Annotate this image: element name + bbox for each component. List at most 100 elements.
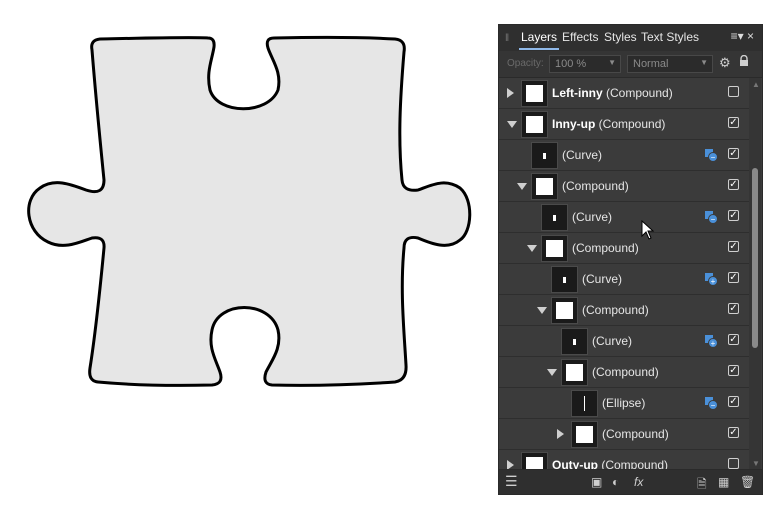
mouse-cursor-icon (641, 220, 655, 240)
layer-thumbnail (521, 111, 548, 138)
collapse-arrow-icon[interactable] (527, 245, 537, 252)
fx-icon[interactable]: fx (634, 475, 643, 489)
scroll-down-icon[interactable]: ▼ (752, 459, 760, 468)
layer-thumbnail (531, 173, 558, 200)
layer-thumbnail (561, 359, 588, 386)
visibility-checkbox[interactable] (728, 86, 739, 97)
visibility-checkbox[interactable]: ✓ (728, 334, 739, 345)
blend-mode-value: Normal (633, 58, 669, 70)
layer-row[interactable]: (Compound) ✓ (499, 233, 749, 264)
lock-icon[interactable] (739, 54, 749, 70)
layer-controls-bar: Opacity: 100 % ▼ Normal ▼ ⚙ (499, 51, 762, 78)
layer-type-label: (Curve) (572, 210, 613, 224)
layer-row[interactable]: (Compound) ✓ (499, 295, 749, 326)
boolean-subtract-icon[interactable]: − (704, 396, 718, 410)
layer-thumbnail (561, 328, 588, 355)
tab-text-styles[interactable]: Text Styles (641, 30, 699, 44)
layer-type-label: (Compound) (572, 241, 639, 255)
tab-styles[interactable]: Styles (604, 30, 637, 44)
layer-thumbnail (541, 204, 568, 231)
expand-arrow-icon[interactable] (557, 429, 564, 439)
layer-name: (Ellipse) (602, 396, 645, 410)
tab-effects[interactable]: Effects (562, 30, 598, 44)
visibility-checkbox[interactable] (728, 458, 739, 469)
mask-icon[interactable]: ▣ (591, 475, 602, 489)
add-layer-icon[interactable]: 🗎 (697, 475, 707, 496)
boolean-subtract-icon[interactable]: − (704, 210, 718, 224)
layer-name-bold: Inny-up (552, 117, 596, 131)
svg-text:−: − (711, 153, 716, 162)
layer-thumbnail (541, 235, 568, 262)
svg-text:+: + (711, 339, 716, 348)
collapse-arrow-icon[interactable] (507, 121, 517, 128)
tab-layers[interactable]: Layers (521, 30, 557, 44)
layer-thumbnail (571, 421, 598, 448)
expand-arrow-icon[interactable] (507, 88, 514, 98)
layer-name: (Compound) (562, 179, 629, 193)
boolean-add-icon[interactable]: + (704, 334, 718, 348)
visibility-checkbox[interactable]: ✓ (728, 396, 739, 407)
layer-thumbnail (531, 142, 558, 169)
boolean-subtract-icon[interactable]: − (704, 148, 718, 162)
visibility-checkbox[interactable]: ✓ (728, 117, 739, 128)
layer-row[interactable]: (Ellipse) − ✓ (499, 388, 749, 419)
layer-row[interactable]: (Compound) ✓ (499, 171, 749, 202)
gear-icon[interactable]: ⚙ (719, 55, 731, 71)
layer-type-label: (Curve) (582, 272, 623, 286)
visibility-checkbox[interactable]: ✓ (728, 210, 739, 221)
layer-name: (Compound) (602, 427, 669, 441)
document-canvas[interactable] (0, 0, 497, 516)
layer-list-scrollbar[interactable]: ▲ ▼ (749, 78, 761, 470)
adjustment-icon[interactable]: ◐ (612, 475, 619, 489)
opacity-select[interactable]: 100 % ▼ (549, 55, 621, 73)
layer-row[interactable]: (Curve) − ✓ (499, 202, 749, 233)
visibility-checkbox[interactable]: ✓ (728, 365, 739, 376)
visibility-checkbox[interactable]: ✓ (728, 427, 739, 438)
layer-name: (Compound) (592, 365, 659, 379)
layer-name: (Compound) (572, 241, 639, 255)
boolean-add-icon[interactable]: + (704, 272, 718, 286)
active-tab-indicator (519, 48, 559, 50)
layer-row[interactable]: (Curve) + ✓ (499, 264, 749, 295)
layer-type-label: (Ellipse) (602, 396, 646, 410)
visibility-checkbox[interactable]: ✓ (728, 272, 739, 283)
visibility-checkbox[interactable]: ✓ (728, 303, 739, 314)
layer-row[interactable]: Left-inny (Compound) (499, 78, 749, 109)
layer-thumbnail (551, 297, 578, 324)
panel-menu-icon[interactable]: ≡▾ × (731, 29, 754, 43)
layer-row[interactable]: Outy-up (Compound) (499, 450, 749, 470)
collapse-arrow-icon[interactable] (547, 369, 557, 376)
blend-mode-select[interactable]: Normal ▼ (627, 55, 713, 73)
layer-name: (Curve) (562, 148, 602, 162)
layer-type-label: (Curve) (562, 148, 603, 162)
layer-row[interactable]: (Curve) − ✓ (499, 140, 749, 171)
scrollbar-thumb[interactable] (752, 168, 758, 348)
visibility-checkbox[interactable]: ✓ (728, 179, 739, 190)
layers-panel: ‖ Layers Effects Styles Text Styles ≡▾ ×… (498, 24, 763, 495)
puzzle-piece-shape[interactable] (0, 0, 497, 516)
layer-name: (Compound) (582, 303, 649, 317)
layer-row[interactable]: (Compound) ✓ (499, 419, 749, 450)
panel-grip-icon[interactable]: ‖ (505, 33, 509, 44)
layer-name: (Curve) (572, 210, 612, 224)
visibility-checkbox[interactable]: ✓ (728, 241, 739, 252)
layer-thumbnail (571, 390, 598, 417)
layer-list: Left-inny (Compound) Inny-up (Compound) ✓(… (499, 78, 749, 470)
layer-name: Left-inny (Compound) (552, 86, 673, 100)
trash-icon[interactable]: 🗑 (740, 475, 755, 489)
visibility-checkbox[interactable]: ✓ (728, 148, 739, 159)
collapse-arrow-icon[interactable] (517, 183, 527, 190)
layer-row[interactable]: Inny-up (Compound) ✓ (499, 109, 749, 140)
layers-stack-icon[interactable]: ☰ (505, 473, 518, 490)
layer-row[interactable]: (Compound) ✓ (499, 357, 749, 388)
layer-type-label: (Compound) (602, 427, 669, 441)
layer-thumbnail (551, 266, 578, 293)
add-pixel-layer-icon[interactable]: ▦ (718, 475, 729, 489)
svg-text:−: − (711, 215, 716, 224)
layer-thumbnail (521, 452, 548, 470)
scroll-up-icon[interactable]: ▲ (752, 80, 760, 89)
collapse-arrow-icon[interactable] (537, 307, 547, 314)
layer-name: (Curve) (582, 272, 622, 286)
opacity-label: Opacity: (507, 58, 544, 69)
layer-row[interactable]: (Curve) + ✓ (499, 326, 749, 357)
